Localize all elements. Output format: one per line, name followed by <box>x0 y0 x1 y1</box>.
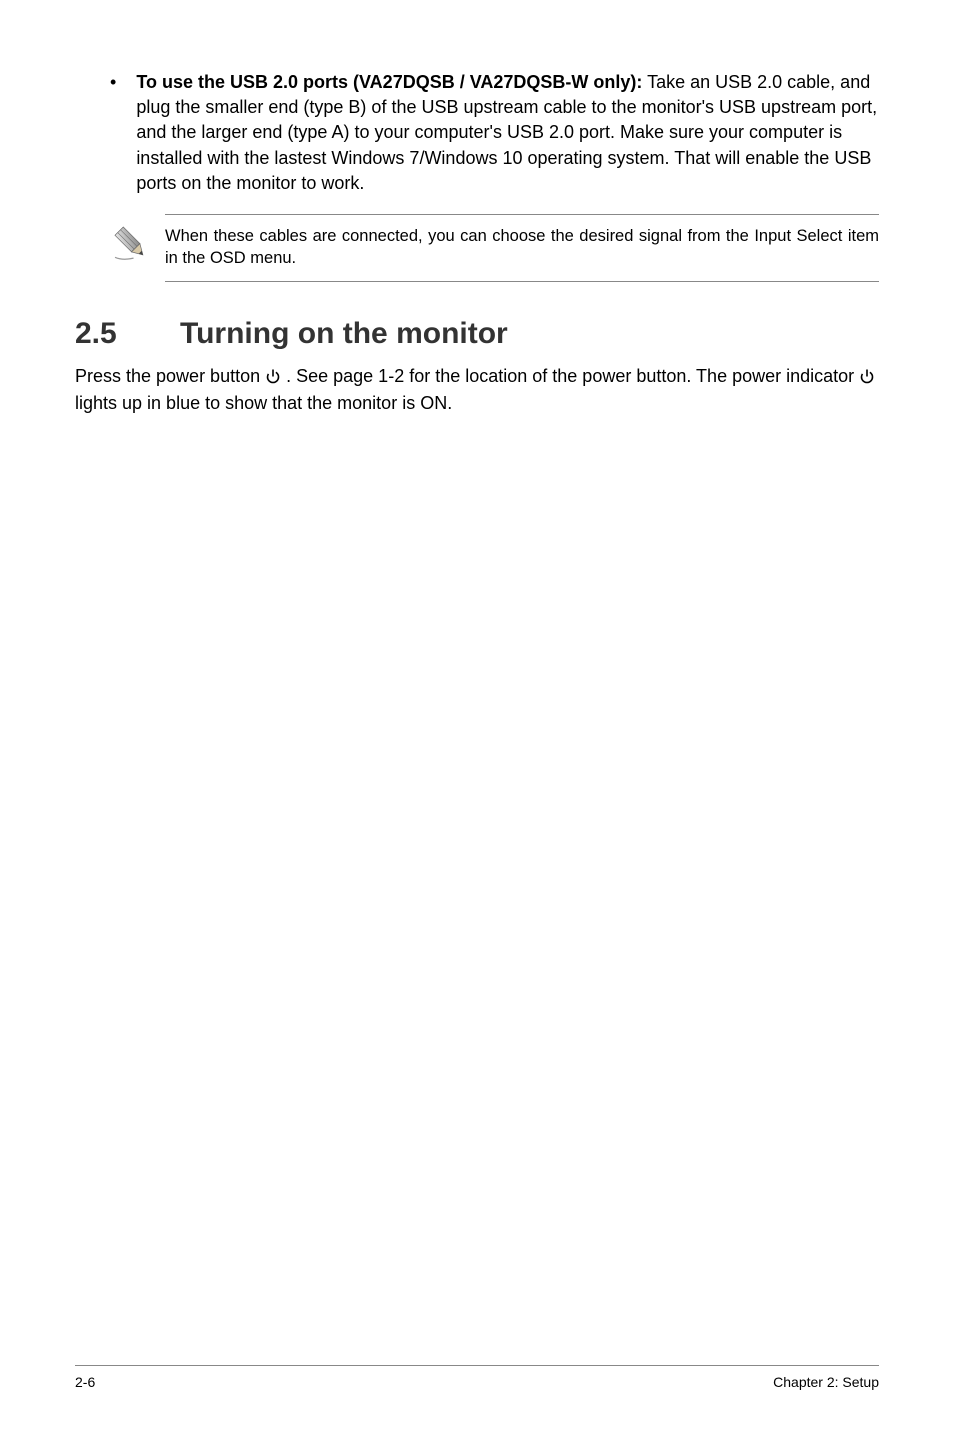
body-part1: Press the power button <box>75 366 265 386</box>
bullet-text: To use the USB 2.0 ports (VA27DQSB / VA2… <box>136 70 879 196</box>
pencil-icon <box>110 222 165 269</box>
body-part2: . See page 1-2 for the location of the p… <box>281 366 859 386</box>
note-content: When these cables are connected, you can… <box>165 214 879 283</box>
note-block: When these cables are connected, you can… <box>110 214 879 283</box>
power-icon <box>859 368 875 384</box>
body-part3: lights up in blue to show that the monit… <box>75 393 452 413</box>
body-paragraph: Press the power button . See page 1-2 fo… <box>75 363 879 417</box>
section-title: Turning on the monitor <box>180 317 879 351</box>
bullet-item: • To use the USB 2.0 ports (VA27DQSB / V… <box>110 70 879 196</box>
bullet-bold-lead: To use the USB 2.0 ports (VA27DQSB / VA2… <box>136 72 642 92</box>
page-footer: 2-6 Chapter 2: Setup <box>75 1365 879 1390</box>
bullet-list: • To use the USB 2.0 ports (VA27DQSB / V… <box>75 70 879 196</box>
section-heading: 2.5 Turning on the monitor <box>75 317 879 351</box>
section-number: 2.5 <box>75 317 180 351</box>
power-icon <box>265 368 281 384</box>
bullet-marker: • <box>110 72 116 93</box>
footer-chapter: Chapter 2: Setup <box>773 1374 879 1390</box>
footer-page-number: 2-6 <box>75 1374 95 1390</box>
